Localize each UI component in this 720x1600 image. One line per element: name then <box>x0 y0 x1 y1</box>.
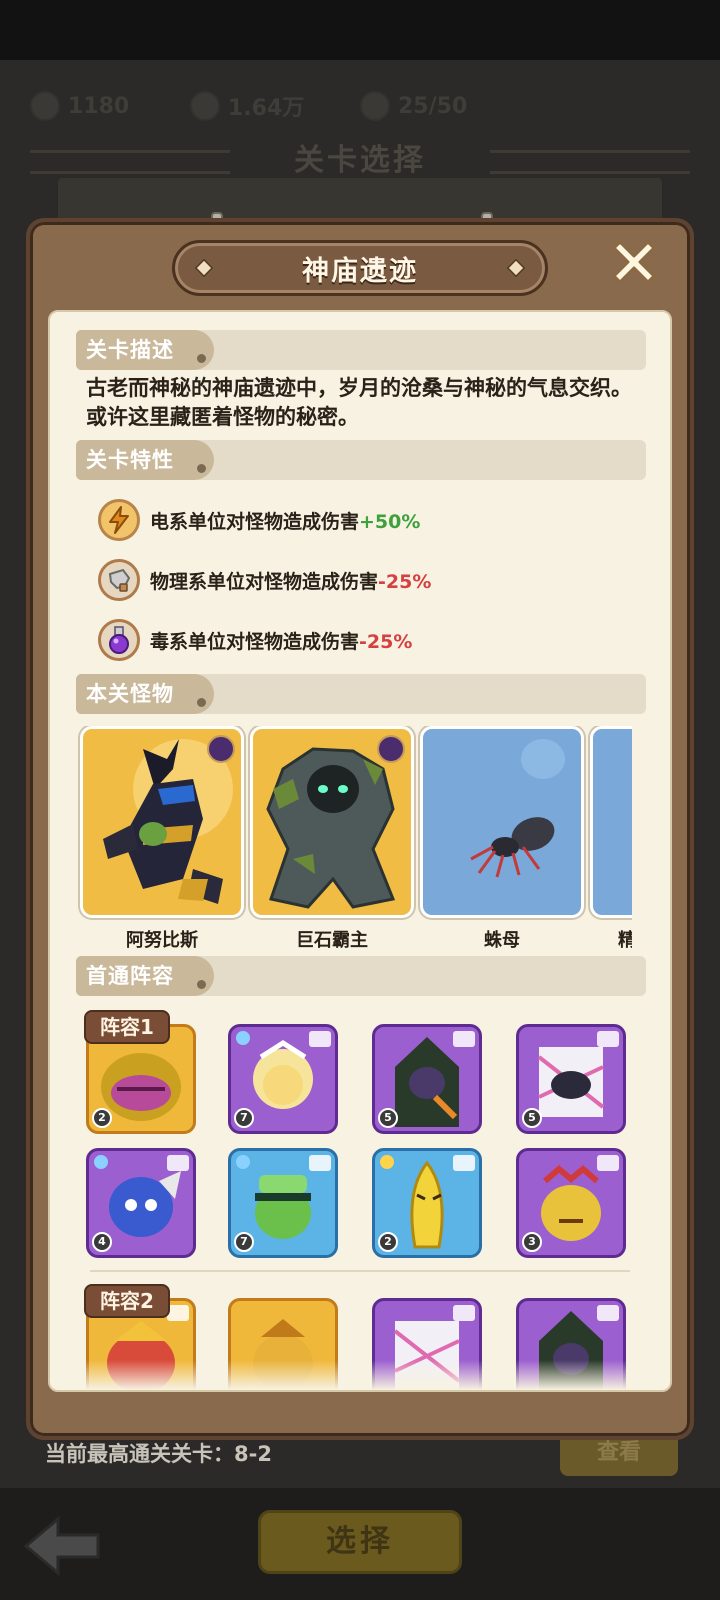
title-ornament-left <box>194 258 214 278</box>
trait-text: 物理系单位对怪物造成伤害 <box>150 570 379 593</box>
class-tag-icon <box>597 1305 619 1321</box>
modal-content-panel: 关卡描述 古老而神秘的神庙遗迹中，岁月的沧桑与神秘的气息交织。或许这里藏匿着怪物… <box>48 310 672 1392</box>
select-button[interactable]: 选择 <box>258 1510 462 1574</box>
team-1-label: 阵容1 <box>84 1010 170 1044</box>
class-tag-icon <box>597 1031 619 1047</box>
hero-slot[interactable]: 2 <box>372 1148 482 1258</box>
hero-slot[interactable]: 5 <box>372 1024 482 1134</box>
scroll-fade <box>50 1360 670 1390</box>
monster-list[interactable]: 阿努比斯 巨石霸主 蛛母 <box>76 726 632 958</box>
hero-level: 2 <box>378 1232 398 1252</box>
section-traits: 关卡特性 <box>76 440 646 480</box>
section-traits-tab: 关卡特性 <box>76 440 214 480</box>
section-monsters-tab: 本关怪物 <box>76 674 214 714</box>
coin-icon <box>190 91 220 121</box>
best-stage-text: 当前最高通关关卡：8-2 <box>45 1442 272 1466</box>
section-description-title: 关卡描述 <box>86 338 174 362</box>
water-element-icon <box>236 1031 250 1045</box>
poison-flask-icon <box>98 619 140 661</box>
hero-level: 3 <box>522 1232 542 1252</box>
monster-portrait <box>420 726 584 918</box>
modal-title: 神庙遗迹 <box>302 255 418 287</box>
monster-name: 阿努比斯 <box>126 930 198 951</box>
class-tag-icon <box>453 1305 475 1321</box>
section-first-clear: 首通阵容 <box>76 956 646 996</box>
hero-level: 5 <box>522 1108 542 1128</box>
monster-name: 精 <box>590 926 632 952</box>
section-first-clear-title: 首通阵容 <box>86 964 174 988</box>
team-divider <box>90 1270 630 1272</box>
class-tag-icon <box>453 1031 475 1047</box>
trait-value: -25% <box>359 630 413 653</box>
stamina-icon <box>360 91 390 121</box>
trait-value: +50% <box>359 510 421 533</box>
modal-title-plate: 神庙遗迹 <box>172 240 548 296</box>
stage-description: 古老而神秘的神庙遗迹中，岁月的沧桑与神秘的气息交织。或许这里藏匿着怪物的秘密。 <box>86 376 632 429</box>
title-ornament-right <box>506 258 526 278</box>
energy-resource: 1180 <box>30 88 129 124</box>
stamina-value: 25/50 <box>398 93 468 119</box>
section-monsters: 本关怪物 <box>76 674 646 714</box>
class-tag-icon <box>453 1155 475 1171</box>
trait-text: 毒系单位对怪物造成伤害 <box>150 630 360 653</box>
energy-value: 1180 <box>68 93 130 119</box>
monster-portrait <box>250 726 414 918</box>
trait-text: 电系单位对怪物造成伤害 <box>150 510 360 533</box>
hero-level: 7 <box>234 1108 254 1128</box>
monster-card-spider-mother[interactable]: 蛛母 <box>420 726 584 952</box>
monster-card-anubis[interactable]: 阿努比斯 <box>80 726 244 952</box>
lightning-element-icon <box>380 1155 394 1169</box>
monster-card-partial[interactable]: 精 <box>590 726 632 952</box>
hero-slot[interactable]: 4 <box>86 1148 196 1258</box>
hero-slot[interactable]: 5 <box>516 1024 626 1134</box>
section-description-tab: 关卡描述 <box>76 330 214 370</box>
energy-icon <box>30 91 60 121</box>
class-tag-icon <box>167 1305 189 1321</box>
class-tag-icon <box>309 1031 331 1047</box>
class-tag-icon <box>597 1155 619 1171</box>
trait-row: 毒系单位对怪物造成伤害-25% <box>98 618 412 662</box>
stamina-resource: 25/50 <box>360 88 467 124</box>
section-monsters-title: 本关怪物 <box>86 682 174 706</box>
section-description: 关卡描述 <box>76 330 646 370</box>
hero-slot[interactable]: 7 <box>228 1148 338 1258</box>
water-element-icon <box>94 1155 108 1169</box>
coin-value: 1.64万 <box>228 96 305 121</box>
team-2-label: 阵容2 <box>84 1284 170 1318</box>
hero-level: 4 <box>92 1232 112 1252</box>
monster-name: 巨石霸主 <box>296 930 368 951</box>
coin-resource: 1.64万 <box>190 88 304 124</box>
monster-portrait <box>80 726 244 918</box>
class-tag-icon <box>309 1155 331 1171</box>
boss-badge-icon <box>377 735 405 763</box>
trait-row: 物理系单位对怪物造成伤害-25% <box>98 558 431 602</box>
monster-name: 蛛母 <box>484 930 520 951</box>
class-tag-icon <box>167 1155 189 1171</box>
trait-value: -25% <box>378 570 432 593</box>
water-element-icon <box>236 1155 250 1169</box>
back-arrow-icon[interactable] <box>22 1515 102 1577</box>
section-first-clear-tab: 首通阵容 <box>76 956 214 996</box>
trait-row: 电系单位对怪物造成伤害+50% <box>98 498 420 542</box>
boss-badge-icon <box>207 735 235 763</box>
hero-slot[interactable]: 3 <box>516 1148 626 1258</box>
hero-level: 5 <box>378 1108 398 1128</box>
status-bar <box>0 0 720 60</box>
monster-portrait <box>590 726 632 918</box>
spider-portrait-icon <box>470 739 565 878</box>
lightning-icon <box>98 499 140 541</box>
close-icon[interactable] <box>606 234 662 290</box>
hero-level: 2 <box>92 1108 112 1128</box>
screen-title: 关卡选择 <box>294 143 426 178</box>
monster-card-rock-overlord[interactable]: 巨石霸主 <box>250 726 414 952</box>
fist-icon <box>98 559 140 601</box>
section-traits-title: 关卡特性 <box>86 448 174 472</box>
hero-level: 7 <box>234 1232 254 1252</box>
hero-slot[interactable]: 7 <box>228 1024 338 1134</box>
